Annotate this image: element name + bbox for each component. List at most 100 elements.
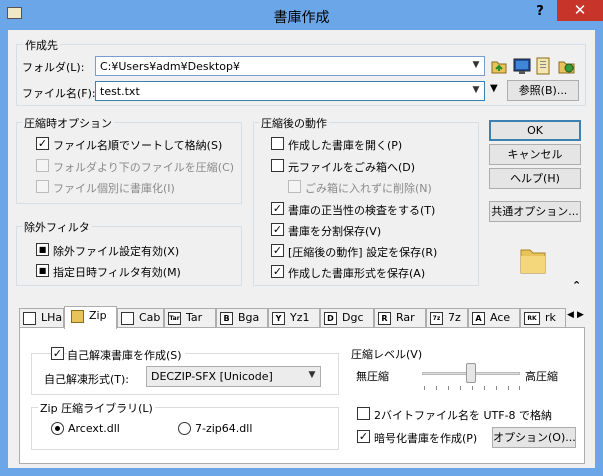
tab-rar[interactable]: R Rar: [374, 308, 426, 328]
save-format-checkbox[interactable]: ✓: [271, 265, 284, 278]
browse-button[interactable]: 参照(B)...: [507, 80, 579, 101]
zip-tab-panel: ✓ 自己解凍書庫を作成(S) 自己解凍形式(T): DECZIP-SFX [Un…: [19, 327, 585, 464]
folder-combobox[interactable]: C:¥Users¥adm¥Desktop¥ ▼: [95, 56, 485, 76]
document-folder-icon[interactable]: [535, 57, 553, 75]
7zip64-radio[interactable]: [178, 422, 191, 435]
verify-archive-checkbox[interactable]: ✓: [271, 202, 284, 215]
format-tabs: LHa Zip Cab Tar Tar B Bga Y Yz1 D Dgc R Rar 7…: [19, 306, 587, 329]
tab-dgc-label: Dgc: [342, 311, 364, 324]
help-dialog-button[interactable]: ヘルプ(H): [489, 168, 581, 189]
chevron-down-icon[interactable]: ▼: [470, 60, 482, 72]
chevron-down-icon[interactable]: ▼: [306, 370, 318, 382]
level-tick: [519, 386, 520, 390]
tab-bga[interactable]: B Bga: [216, 308, 268, 328]
chevron-down-icon[interactable]: ▼: [470, 85, 482, 97]
filename-combobox[interactable]: test.txt ▼: [95, 81, 485, 101]
level-tick: [448, 386, 449, 390]
folder-up-icon[interactable]: [490, 57, 508, 75]
arcext-label[interactable]: Arcext.dll: [68, 422, 120, 435]
compress-subfolders-checkbox[interactable]: [36, 159, 49, 172]
compress-subfolders-label[interactable]: フォルダより下のファイルを圧縮(C): [53, 159, 234, 175]
ok-button[interactable]: OK: [489, 120, 581, 141]
tab-yz1-label: Yz1: [290, 311, 310, 324]
sort-by-name-label[interactable]: ファイル名順でソートして格納(S): [53, 137, 222, 153]
bga-icon: B: [220, 311, 233, 325]
zip-options-button[interactable]: オプション(O)...: [492, 427, 576, 448]
lha-icon: [23, 311, 36, 325]
sfx-format-select[interactable]: DECZIP-SFX [Unicode] ▼: [146, 366, 321, 387]
cab-icon: [121, 311, 134, 325]
verify-archive-label[interactable]: 書庫の正当性の検査をする(T): [288, 202, 435, 218]
utf8-filename-label[interactable]: 2バイトファイル名を UTF-8 で格納: [374, 407, 552, 423]
date-filter-label[interactable]: 指定日時フィルタ有効(M): [53, 264, 181, 280]
individual-archive-label[interactable]: ファイル個別に書庫化(I): [53, 180, 175, 196]
desktop-icon[interactable]: [513, 57, 531, 75]
level-tick: [496, 386, 497, 390]
tab-zip-label: Zip: [89, 309, 107, 322]
after-compress-label: 圧縮後の動作: [259, 115, 329, 131]
tab-tar-label: Tar: [186, 311, 203, 324]
tab-yz1[interactable]: Y Yz1: [268, 308, 320, 328]
recycle-source-label[interactable]: 元ファイルをごみ箱へ(D): [288, 159, 415, 175]
dgc-icon: D: [324, 311, 337, 325]
7zip64-label[interactable]: 7-zip64.dll: [195, 422, 252, 435]
zip-folder-icon: [71, 309, 84, 323]
archive-create-dialog: 書庫作成 ? ✕ 作成先 フォルダ(L): C:¥Users¥adm¥Deskt…: [0, 0, 603, 476]
compress-options-label: 圧縮時オプション: [22, 115, 114, 131]
close-button[interactable]: ✕: [557, 0, 603, 21]
tab-dgc[interactable]: D Dgc: [320, 308, 374, 328]
level-tick: [472, 386, 473, 390]
encrypt-archive-checkbox[interactable]: ✓: [357, 430, 370, 443]
utf8-filename-checkbox[interactable]: [357, 407, 370, 420]
create-sfx-label[interactable]: 自己解凍書庫を作成(S): [67, 347, 185, 363]
tab-tar[interactable]: Tar Tar: [164, 308, 216, 328]
split-archive-checkbox[interactable]: ✓: [271, 223, 284, 236]
tab-7z-label: 7z: [448, 311, 461, 324]
tab-cab[interactable]: Cab: [117, 308, 164, 328]
tab-scroll-right-icon[interactable]: ▶: [577, 310, 584, 320]
sort-by-name-checkbox[interactable]: ✓: [36, 137, 49, 150]
rar-icon: R: [378, 311, 391, 325]
level-tick: [460, 386, 461, 390]
collapse-icon[interactable]: ⌃: [572, 279, 581, 292]
split-archive-label[interactable]: 書庫を分割保存(V): [288, 223, 381, 239]
encrypt-archive-label[interactable]: 暗号化書庫を作成(P): [374, 430, 477, 446]
tab-zip[interactable]: Zip: [64, 306, 117, 329]
delete-without-recycle-label[interactable]: ごみ箱に入れずに削除(N): [305, 180, 432, 196]
save-after-settings-label[interactable]: [圧縮後の動作] 設定を保存(R): [288, 244, 437, 260]
tab-rk-label: rk: [545, 311, 556, 324]
tab-7z[interactable]: 7z 7z: [426, 308, 468, 328]
save-format-label[interactable]: 作成した書庫形式を保存(A): [288, 265, 425, 281]
folder-value: C:¥Users¥adm¥Desktop¥: [100, 60, 240, 73]
folder-refresh-icon[interactable]: [558, 57, 576, 75]
window-title: 書庫作成: [273, 10, 330, 26]
create-sfx-checkbox[interactable]: ✓: [51, 347, 64, 360]
compression-level-label: 圧縮レベル(V): [351, 348, 423, 361]
title-bar[interactable]: 書庫作成 ? ✕: [0, 0, 603, 30]
dropdown-arrow-icon[interactable]: ▼: [490, 83, 498, 94]
cancel-button[interactable]: キャンセル: [489, 144, 581, 165]
sfx-format-value: DECZIP-SFX [Unicode]: [151, 370, 273, 383]
exclude-files-label[interactable]: 除外ファイル設定有効(X): [53, 243, 179, 259]
folder-label: フォルダ(L):: [22, 61, 85, 74]
level-tick: [436, 386, 437, 390]
common-options-button[interactable]: 共通オプション...: [489, 201, 581, 222]
tab-ace[interactable]: A Ace: [468, 308, 520, 328]
ace-icon: A: [472, 311, 485, 325]
tab-scroll-left-icon[interactable]: ◀: [567, 310, 574, 320]
help-button[interactable]: ?: [533, 4, 547, 20]
arcext-radio[interactable]: [51, 422, 64, 435]
open-archive-checkbox[interactable]: [271, 137, 284, 150]
date-filter-checkbox[interactable]: ■: [36, 264, 49, 277]
open-archive-label[interactable]: 作成した書庫を開く(P): [288, 137, 402, 153]
exclude-files-checkbox[interactable]: ■: [36, 243, 49, 256]
individual-archive-checkbox[interactable]: [36, 180, 49, 193]
level-slider-thumb[interactable]: [466, 363, 476, 383]
tab-ace-label: Ace: [490, 311, 511, 324]
save-after-settings-checkbox[interactable]: ✓: [271, 244, 284, 257]
delete-without-recycle-checkbox[interactable]: [288, 180, 301, 193]
tab-rk[interactable]: RK rk: [520, 308, 566, 328]
recycle-source-checkbox[interactable]: [271, 159, 284, 172]
folder-icon: [518, 244, 548, 279]
tab-lha[interactable]: LHa: [19, 308, 64, 328]
